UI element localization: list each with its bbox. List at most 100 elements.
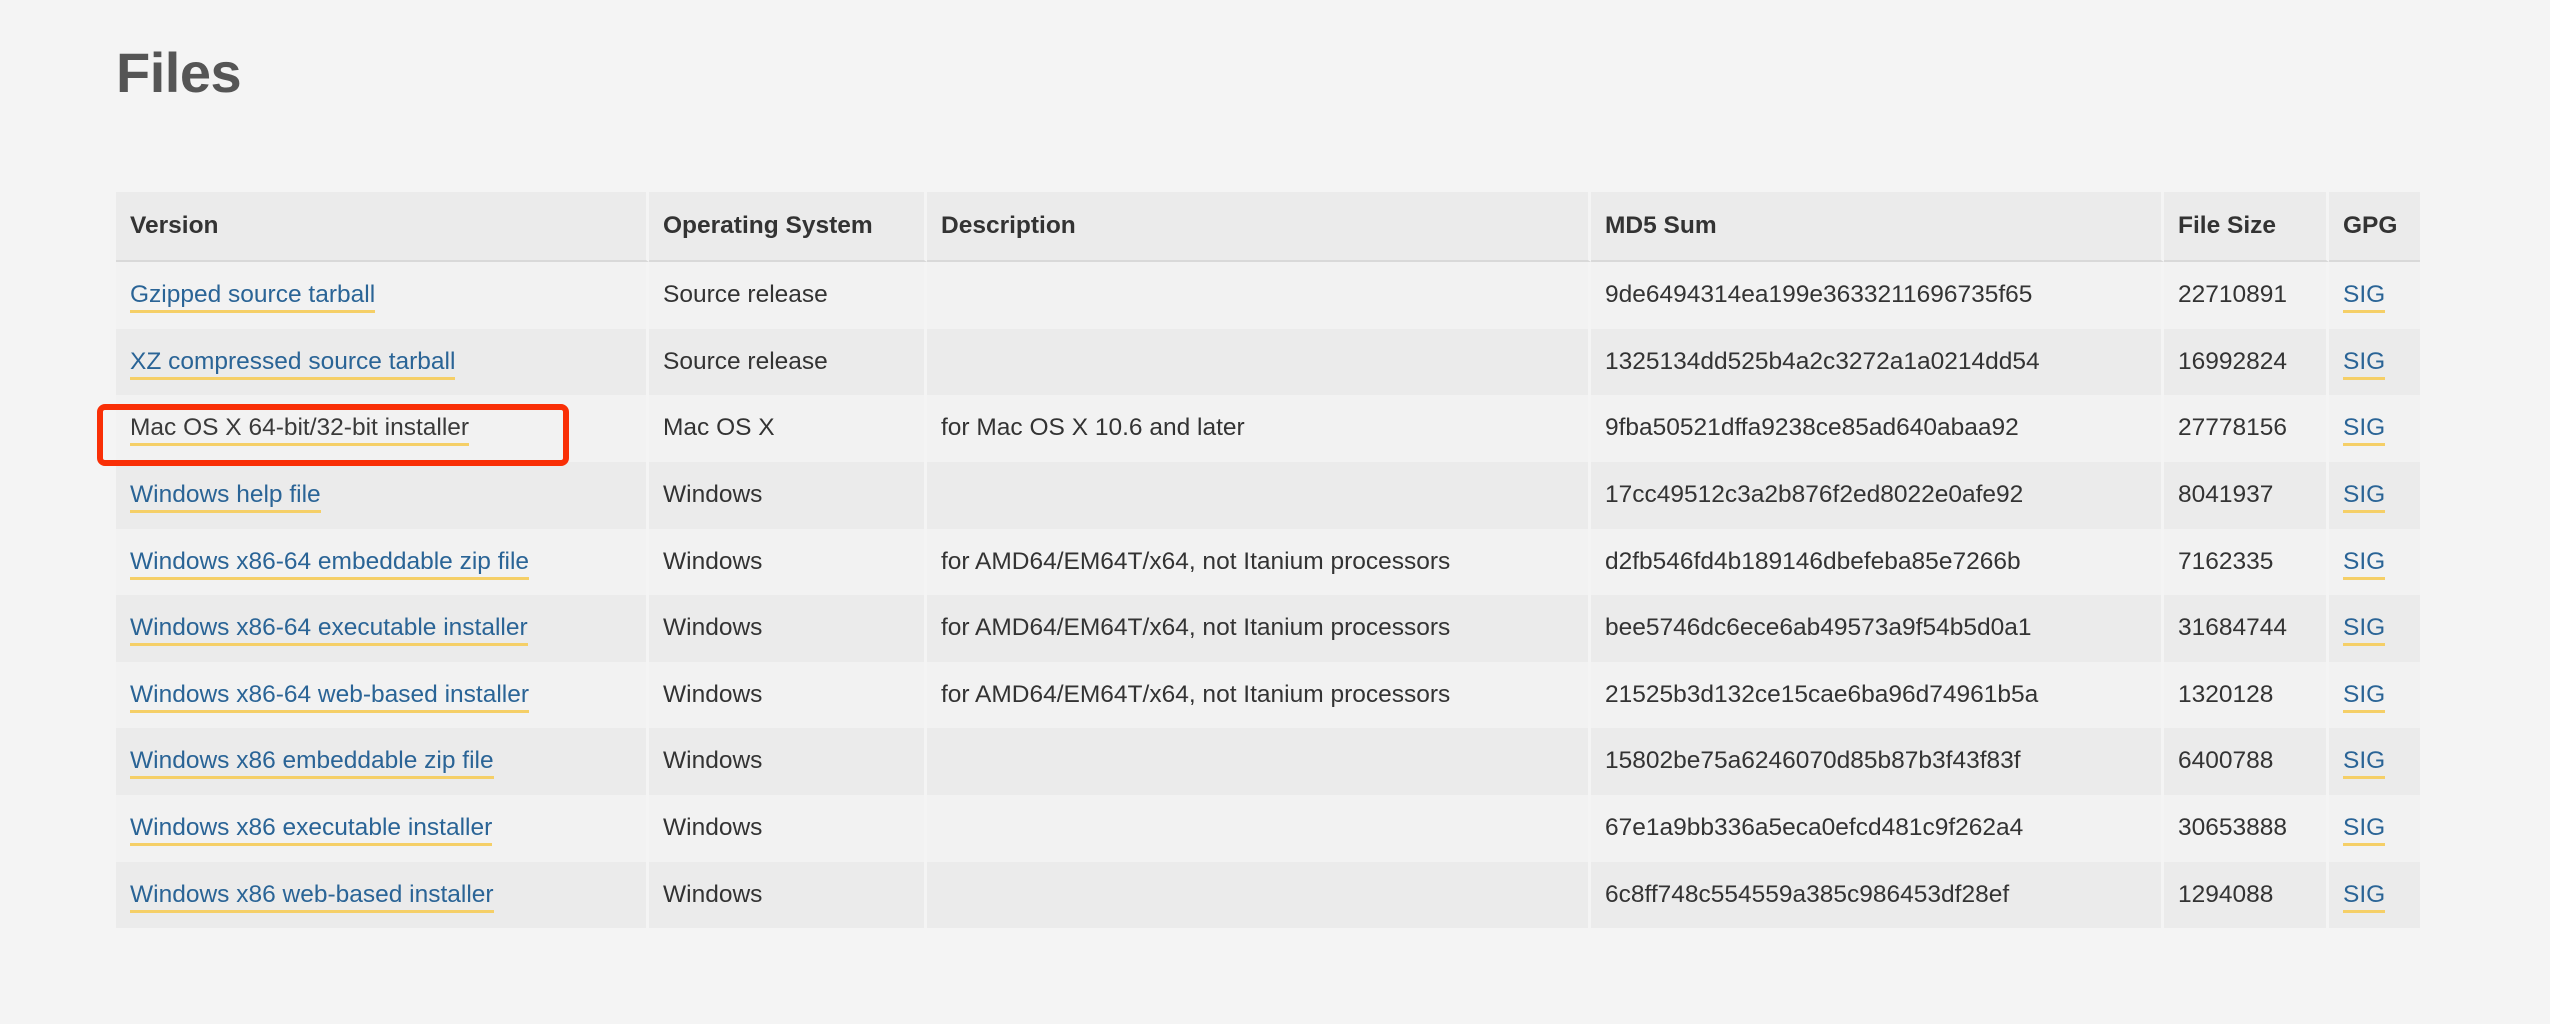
cell-description: for AMD64/EM64T/x64, not Itanium process… — [927, 595, 1591, 662]
files-table-body: Gzipped source tarball Source release 9de… — [116, 262, 2420, 929]
cell-gpg: SIG — [2329, 461, 2420, 529]
column-header-gpg: GPG — [2329, 192, 2420, 262]
sig-link[interactable]: SIG — [2343, 614, 2386, 647]
cell-operating-system: Windows — [649, 528, 927, 596]
cell-description: for AMD64/EM64T/x64, not Itanium process… — [927, 528, 1591, 596]
table-row: Windows help file Windows 17cc49512c3a2b8… — [116, 461, 2420, 529]
sig-link[interactable]: SIG — [2343, 347, 2386, 380]
cell-md5-sum: 17cc49512c3a2b876f2ed8022e0afe92 — [1591, 461, 2164, 529]
page-title: Files — [116, 41, 242, 104]
cell-md5-sum: 67e1a9bb336a5eca0efcd481c9f262a4 — [1591, 795, 2164, 862]
version-link[interactable]: Windows x86-64 executable installer — [130, 614, 528, 647]
cell-gpg: SIG — [2329, 262, 2420, 329]
sig-link[interactable]: SIG — [2343, 880, 2386, 913]
cell-version: XZ compressed source tarball — [116, 328, 649, 396]
sig-link[interactable]: SIG — [2343, 281, 2386, 313]
sig-link[interactable]: SIG — [2343, 480, 2386, 513]
cell-gpg: SIG — [2329, 661, 2420, 729]
version-link[interactable]: XZ compressed source tarball — [130, 347, 456, 380]
cell-operating-system: Windows — [649, 728, 927, 795]
cell-file-size: 7162335 — [2164, 528, 2329, 596]
version-link[interactable]: Mac OS X 64-bit/32-bit installer — [130, 414, 470, 447]
cell-gpg: SIG — [2329, 861, 2420, 929]
cell-md5-sum: 9fba50521dffa9238ce85ad640abaa92 — [1591, 395, 2164, 462]
cell-description — [927, 861, 1591, 929]
cell-gpg: SIG — [2329, 728, 2420, 795]
table-row: Windows x86-64 web-based installer Window… — [116, 661, 2420, 729]
sig-link[interactable]: SIG — [2343, 680, 2386, 713]
cell-operating-system: Mac OS X — [649, 395, 927, 462]
version-link[interactable]: Windows help file — [130, 480, 321, 513]
cell-gpg: SIG — [2329, 528, 2420, 596]
table-row: Windows x86-64 embeddable zip file Window… — [116, 528, 2420, 596]
cell-description — [927, 461, 1591, 529]
cell-description: for Mac OS X 10.6 and later — [927, 395, 1591, 462]
cell-version: Windows x86-64 executable installer — [116, 595, 649, 662]
column-header-size: File Size — [2164, 192, 2329, 262]
sig-link[interactable]: SIG — [2343, 814, 2386, 846]
cell-version: Windows x86-64 web-based installer — [116, 661, 649, 729]
cell-file-size: 1320128 — [2164, 661, 2329, 729]
cell-version: Windows x86 embeddable zip file — [116, 728, 649, 795]
table-row: Windows x86 executable installer Windows … — [116, 795, 2420, 862]
sig-link[interactable]: SIG — [2343, 414, 2386, 447]
cell-description — [927, 328, 1591, 396]
cell-md5-sum: 21525b3d132ce15cae6ba96d74961b5a — [1591, 661, 2164, 729]
cell-description — [927, 728, 1591, 795]
table-row: Windows x86 web-based installer Windows 6… — [116, 861, 2420, 929]
cell-operating-system: Windows — [649, 795, 927, 862]
cell-file-size: 6400788 — [2164, 728, 2329, 795]
files-table: Version Operating System Description MD5… — [116, 192, 2420, 929]
cell-version: Gzipped source tarball — [116, 262, 649, 329]
cell-md5-sum: 15802be75a6246070d85b87b3f43f83f — [1591, 728, 2164, 795]
sig-link[interactable]: SIG — [2343, 747, 2386, 780]
cell-file-size: 1294088 — [2164, 861, 2329, 929]
cell-operating-system: Windows — [649, 661, 927, 729]
cell-description: for AMD64/EM64T/x64, not Itanium process… — [927, 661, 1591, 729]
cell-md5-sum: 9de6494314ea199e3633211696735f65 — [1591, 262, 2164, 329]
cell-md5-sum: d2fb546fd4b189146dbefeba85e7266b — [1591, 528, 2164, 596]
cell-operating-system: Windows — [649, 861, 927, 929]
cell-md5-sum: 1325134dd525b4a2c3272a1a0214dd54 — [1591, 328, 2164, 396]
cell-version: Windows x86-64 embeddable zip file — [116, 528, 649, 596]
table-row: Gzipped source tarball Source release 9de… — [116, 262, 2420, 329]
cell-description — [927, 262, 1591, 329]
table-row: Windows x86 embeddable zip file Windows 1… — [116, 728, 2420, 795]
cell-description — [927, 795, 1591, 862]
files-table-container: Version Operating System Description MD5… — [116, 192, 2420, 929]
column-header-version: Version — [116, 192, 649, 262]
version-link[interactable]: Windows x86 executable installer — [130, 814, 493, 846]
cell-operating-system: Source release — [649, 328, 927, 396]
cell-file-size: 8041937 — [2164, 461, 2329, 529]
version-link[interactable]: Windows x86 embeddable zip file — [130, 747, 494, 780]
cell-file-size: 22710891 — [2164, 262, 2329, 329]
version-link[interactable]: Windows x86 web-based installer — [130, 880, 494, 913]
cell-version: Windows x86 executable installer — [116, 795, 649, 862]
version-link[interactable]: Windows x86-64 web-based installer — [130, 680, 529, 713]
table-row: XZ compressed source tarball Source relea… — [116, 328, 2420, 396]
version-link[interactable]: Windows x86-64 embeddable zip file — [130, 547, 530, 580]
cell-version: Windows x86 web-based installer — [116, 861, 649, 929]
cell-md5-sum: bee5746dc6ece6ab49573a9f54b5d0a1 — [1591, 595, 2164, 662]
cell-gpg: SIG — [2329, 328, 2420, 396]
cell-operating-system: Windows — [649, 461, 927, 529]
sig-link[interactable]: SIG — [2343, 547, 2386, 580]
cell-gpg: SIG — [2329, 795, 2420, 862]
files-page: Files Version Operating System Descripti… — [0, 0, 2550, 1024]
column-header-os: Operating System — [649, 192, 927, 262]
table-row: Mac OS X 64-bit/32-bit installer Mac OS X… — [116, 395, 2420, 462]
files-table-head: Version Operating System Description MD5… — [116, 192, 2420, 262]
cell-file-size: 31684744 — [2164, 595, 2329, 662]
table-row: Windows x86-64 executable installer Windo… — [116, 595, 2420, 662]
cell-version: Windows help file — [116, 461, 649, 529]
cell-md5-sum: 6c8ff748c554559a385c986453df28ef — [1591, 861, 2164, 929]
version-link[interactable]: Gzipped source tarball — [130, 281, 376, 313]
column-header-description: Description — [927, 192, 1591, 262]
cell-gpg: SIG — [2329, 595, 2420, 662]
table-header-row: Version Operating System Description MD5… — [116, 192, 2420, 262]
cell-operating-system: Source release — [649, 262, 927, 329]
cell-file-size: 27778156 — [2164, 395, 2329, 462]
cell-version: Mac OS X 64-bit/32-bit installer — [116, 395, 649, 462]
cell-operating-system: Windows — [649, 595, 927, 662]
column-header-md5: MD5 Sum — [1591, 192, 2164, 262]
